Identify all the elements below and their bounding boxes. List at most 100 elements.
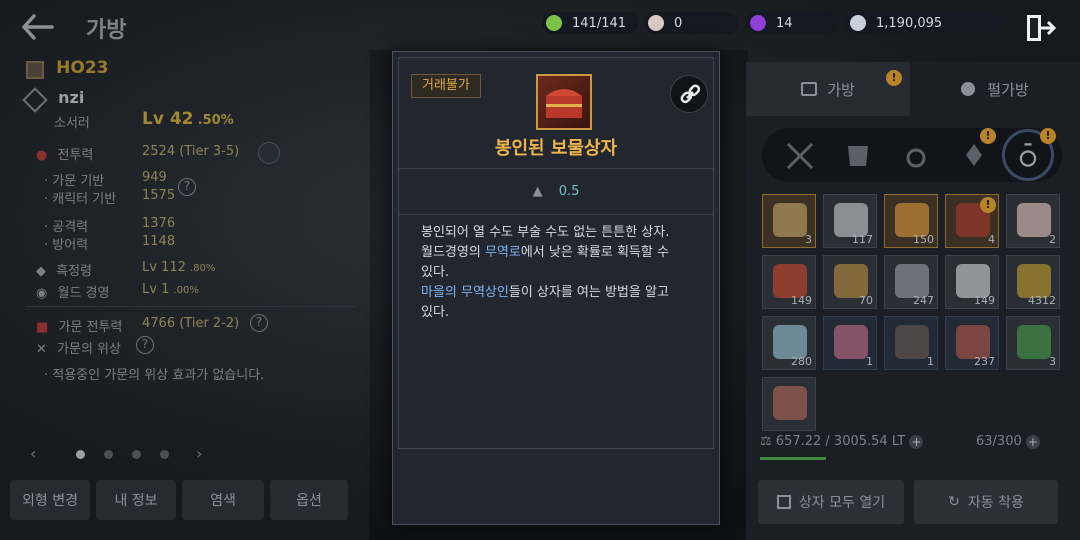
- black-spirit-icon: ◆: [36, 264, 46, 279]
- stat-world-management: ◉ 월드 경영: [36, 286, 110, 301]
- slot-count: 1: [927, 355, 934, 368]
- options-button[interactable]: 옵션: [270, 480, 348, 520]
- link-icon[interactable]: [670, 75, 708, 113]
- silver-coin-icon: [850, 15, 866, 31]
- trade-route-link: 무역로: [484, 245, 521, 260]
- inventory-slot[interactable]: 247: [884, 255, 938, 309]
- help-icon-3[interactable]: ?: [136, 336, 154, 354]
- level-row: Lv 42 .50%: [142, 109, 234, 129]
- slot-count: 150: [913, 233, 934, 246]
- inventory-slot[interactable]: 4312: [1006, 255, 1060, 309]
- green-bottle-icon: [1017, 325, 1051, 359]
- stat-black-spirit: ◆ 흑정령: [36, 264, 93, 279]
- inventory-slot[interactable]: 70: [823, 255, 877, 309]
- item-title: 봉인된 보물상자: [494, 138, 618, 159]
- inventory-slot[interactable]: 3: [762, 194, 816, 248]
- inventory-slot[interactable]: 1: [884, 316, 938, 370]
- item-description: 봉인되어 열 수도 부술 수도 없는 튼튼한 상자. 월드경영의 무역로에서 낮…: [421, 225, 670, 320]
- slot-count: 247: [913, 294, 934, 307]
- page-dot[interactable]: [160, 450, 169, 459]
- slot-count: 2: [1049, 233, 1056, 246]
- armor-icon[interactable]: [836, 134, 880, 176]
- alert-icon: !: [980, 197, 996, 213]
- tab-pearl-bag[interactable]: 펄가방: [910, 62, 1080, 116]
- stat-char-base-value: 1575: [142, 188, 176, 203]
- page-dot[interactable]: [104, 450, 113, 459]
- crossed-swords-icon[interactable]: [778, 134, 822, 176]
- page-dot[interactable]: [76, 450, 85, 459]
- alert-icon: !: [1040, 128, 1056, 144]
- next-page-icon[interactable]: ›: [196, 444, 202, 463]
- inventory-panel: 가방 ! 펄가방 ! ! 3 117 150 4! 2 149 70 247 149 4312 28…: [746, 62, 1080, 540]
- character-level: Lv 42: [142, 109, 194, 129]
- alert-icon: !: [980, 128, 996, 144]
- inventory-slot[interactable]: 149: [945, 255, 999, 309]
- stat-family-combat: ■ 가문 전투력: [36, 320, 123, 335]
- currency-stamina: 141/141: [542, 12, 638, 34]
- slot-count: 70: [859, 294, 873, 307]
- page-dot[interactable]: [132, 450, 141, 459]
- stat-defense: · 방어력: [44, 238, 89, 253]
- character-name: nzi: [58, 88, 85, 107]
- my-info-button[interactable]: 내 정보: [96, 480, 176, 520]
- auto-equip-button[interactable]: ↻ 자동 착용: [914, 480, 1058, 524]
- metal-plate-icon: [895, 264, 929, 298]
- family-status-icon: ✕: [36, 342, 47, 357]
- stat-attack: · 공격력: [44, 220, 89, 235]
- open-all-boxes-button[interactable]: 상자 모두 열기: [758, 480, 904, 524]
- ring-icon[interactable]: [894, 134, 938, 176]
- inventory-slot[interactable]: [762, 377, 816, 431]
- cake-icon: [1017, 203, 1051, 237]
- untradeable-badge: 거래불가: [411, 74, 481, 98]
- inventory-slot[interactable]: 117: [823, 194, 877, 248]
- stat-family-base: · 가문 기반: [44, 174, 105, 189]
- inventory-slot[interactable]: 2: [1006, 194, 1060, 248]
- stat-attack-value: 1376: [142, 216, 176, 231]
- status-note: · 적용중인 가문의 위상 효과가 없습니다.: [44, 368, 265, 383]
- inventory-slot[interactable]: 4!: [945, 194, 999, 248]
- pink-crystal-icon: [834, 325, 868, 359]
- weight-icon: ▲: [532, 184, 543, 199]
- inventory-slot[interactable]: 237: [945, 316, 999, 370]
- item-weight: ▲ 0.5: [532, 184, 580, 199]
- help-icon-2[interactable]: ?: [250, 314, 268, 332]
- help-icon[interactable]: ?: [178, 178, 196, 196]
- inventory-slot[interactable]: 150: [884, 194, 938, 248]
- divider: [399, 168, 713, 169]
- inventory-slot[interactable]: 149: [762, 255, 816, 309]
- combat-icon: ●: [36, 148, 48, 163]
- box-icon: [776, 495, 791, 509]
- appearance-button[interactable]: 외형 변경: [10, 480, 90, 520]
- guild-row: HO23: [26, 58, 108, 79]
- pearl-icon: [648, 15, 664, 31]
- refresh-icon: ↻: [948, 494, 960, 510]
- stat-combat-power: ● 전투력: [36, 148, 94, 163]
- item-tooltip: 거래불가 봉인된 보물상자 ▲ 0.5 봉인되어 열 수도 부술 수도 없는 튼…: [392, 51, 720, 525]
- prev-page-icon[interactable]: ‹: [30, 444, 36, 463]
- tier-icon[interactable]: [258, 142, 280, 168]
- stat-combat-power-value: 2524 (Tier 3-5): [142, 144, 240, 159]
- add-weight-button[interactable]: +: [909, 434, 924, 449]
- slot-count: 4312: [1028, 294, 1056, 307]
- add-slot-button[interactable]: +: [1025, 434, 1040, 449]
- pet-bowl-icon: [773, 386, 807, 420]
- inventory-slot[interactable]: 1: [823, 316, 877, 370]
- class-label: 소서러: [54, 116, 90, 131]
- slot-count: 280: [791, 355, 812, 368]
- inventory-slot[interactable]: 280: [762, 316, 816, 370]
- back-arrow-icon[interactable]: [20, 12, 56, 42]
- shoe-icon: [834, 203, 868, 237]
- exit-door-icon[interactable]: [1024, 12, 1056, 44]
- divider: [26, 306, 356, 307]
- dye-button[interactable]: 염색: [182, 480, 264, 520]
- family-combat-icon: ■: [36, 320, 49, 335]
- stat-family-combat-value: 4766 (Tier 2-2): [142, 316, 240, 331]
- tab-bag[interactable]: 가방: [746, 62, 910, 116]
- inventory-slot[interactable]: 3: [1006, 316, 1060, 370]
- slot-count: 149: [791, 294, 812, 307]
- slot-count: 4: [988, 233, 995, 246]
- level-percent: .50%: [197, 113, 234, 128]
- name-row: nzi: [22, 86, 85, 113]
- rainbow-orb-icon: [773, 325, 807, 359]
- cloth-icon: [956, 264, 990, 298]
